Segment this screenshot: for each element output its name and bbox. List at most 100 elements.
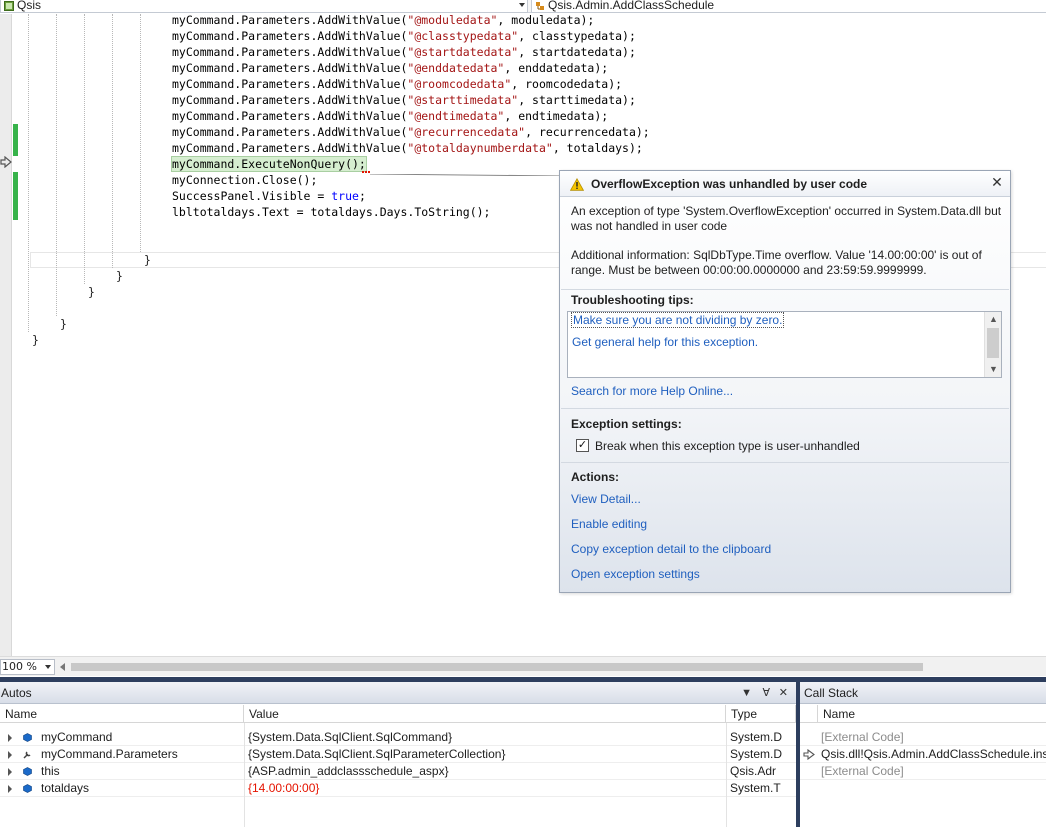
- current-frame-arrow-icon: [803, 749, 815, 760]
- chevron-up-icon[interactable]: ▲: [989, 315, 998, 324]
- close-icon[interactable]: ✕: [990, 175, 1004, 189]
- code-text: myCommand.Parameters.AddWithValue(: [172, 109, 408, 123]
- expand-arrow-icon[interactable]: [8, 734, 12, 742]
- closing-brace: }: [60, 317, 67, 331]
- code-line[interactable]: myCommand.Parameters.AddWithValue("@room…: [172, 76, 622, 92]
- exception-helper[interactable]: OverflowException was unhandled by user …: [559, 170, 1011, 593]
- autos-window[interactable]: Autos ▼ ∀ ✕ Name Value Type myCommand {Sy…: [0, 682, 796, 827]
- column-type[interactable]: Type: [726, 705, 796, 723]
- exception-additional-info: Additional information: SqlDbType.Time o…: [571, 248, 982, 277]
- code-line[interactable]: myCommand.Parameters.AddWithValue("@recu…: [172, 124, 650, 140]
- window-menu-icon[interactable]: ▼: [741, 682, 752, 704]
- expand-arrow-icon[interactable]: [8, 751, 12, 759]
- call-stack-frame[interactable]: [External Code]: [800, 729, 1046, 746]
- chevron-down-icon[interactable]: ▼: [989, 365, 998, 374]
- indent-guide: [28, 14, 29, 332]
- table-row[interactable]: myCommand {System.Data.SqlClient.SqlComma…: [0, 729, 796, 746]
- break-on-exception-label[interactable]: Break when this exception type is user-u…: [595, 439, 860, 453]
- search-help-online-link[interactable]: Search for more Help Online...: [571, 384, 733, 398]
- chevron-down-icon[interactable]: [519, 3, 525, 7]
- code-line[interactable]: myCommand.Parameters.AddWithValue("@endt…: [172, 108, 608, 124]
- closing-brace: }: [88, 285, 95, 299]
- chevron-down-icon[interactable]: [45, 665, 51, 669]
- string-literal: "@startdatedata": [407, 45, 519, 59]
- call-stack-header: Name: [800, 705, 1046, 723]
- autos-title-bar[interactable]: Autos ▼ ∀ ✕: [0, 682, 796, 704]
- table-row[interactable]: totaldays {14.00:00:00} System.T: [0, 780, 796, 797]
- code-line[interactable]: myCommand.Parameters.AddWithValue("@modu…: [172, 12, 594, 28]
- object-icon: [23, 784, 32, 793]
- cell-value: {System.Data.SqlClient.SqlCommand}: [248, 730, 453, 744]
- open-exception-settings-link[interactable]: Open exception settings: [571, 567, 700, 581]
- indent-guide: [140, 14, 141, 252]
- zoom-combo[interactable]: 100 %: [0, 659, 55, 675]
- expand-arrow-icon[interactable]: [8, 768, 12, 776]
- divider: [561, 408, 1009, 409]
- table-row[interactable]: myCommand.Parameters {System.Data.SqlClie…: [0, 746, 796, 763]
- code-text: , classtypedata);: [518, 29, 636, 43]
- column-name[interactable]: Name: [818, 705, 1046, 723]
- code-line-label[interactable]: lbltotaldays.Text = totaldays.Days.ToStr…: [172, 204, 491, 220]
- table-row[interactable]: this {ASP.admin_addclassschedule_aspx} Qsi…: [0, 763, 796, 780]
- string-literal: "@totaldaynumberdata": [407, 141, 553, 155]
- tip-link-divide-by-zero[interactable]: Make sure you are not dividing by zero.: [570, 312, 785, 328]
- copy-exception-detail-link[interactable]: Copy exception detail to the clipboard: [571, 542, 771, 556]
- error-squiggle: [362, 170, 370, 173]
- settings-heading: Exception settings:: [571, 417, 682, 431]
- code-line-visible[interactable]: SuccessPanel.Visible = true;: [172, 188, 366, 204]
- horizontal-scroll-thumb[interactable]: [71, 663, 923, 671]
- code-text: myCommand.Parameters.AddWithValue(: [172, 141, 408, 155]
- cell-name: this: [41, 764, 60, 778]
- tool-window-area: Autos ▼ ∀ ✕ Name Value Type myCommand {Sy…: [0, 677, 1046, 827]
- zoom-level: 100 %: [2, 660, 37, 673]
- code-line-close[interactable]: myConnection.Close();: [172, 172, 317, 188]
- next-statement-arrow-icon[interactable]: [0, 156, 12, 168]
- code-editor[interactable]: myCommand.Parameters.AddWithValue("@modu…: [0, 12, 1046, 656]
- csharp-project-icon: [4, 1, 14, 11]
- indent-guide: [56, 14, 57, 316]
- call-stack-frame[interactable]: [External Code]: [800, 763, 1046, 780]
- call-stack-title: Call Stack: [804, 686, 859, 700]
- call-stack-title-bar[interactable]: Call Stack: [800, 682, 1046, 704]
- code-line[interactable]: myCommand.Parameters.AddWithValue("@star…: [172, 92, 636, 108]
- tips-list[interactable]: Make sure you are not dividing by zero. …: [567, 311, 1002, 378]
- closing-brace: }: [144, 253, 151, 267]
- current-statement[interactable]: myCommand.ExecuteNonQuery();: [171, 156, 367, 172]
- break-on-exception-checkbox[interactable]: ✓: [576, 439, 589, 452]
- string-literal: "@enddatedata": [407, 61, 505, 75]
- column-value[interactable]: Value: [244, 705, 726, 723]
- tip-link-general-help[interactable]: Get general help for this exception.: [572, 335, 758, 349]
- type-combo[interactable]: Qsis.Admin.AddClassSchedule: [531, 0, 1046, 13]
- code-line[interactable]: myCommand.Parameters.AddWithValue("@star…: [172, 44, 636, 60]
- exception-description: An exception of type 'System.OverflowExc…: [571, 204, 1002, 233]
- scroll-left-icon[interactable]: [60, 663, 65, 671]
- call-stack-frame[interactable]: Qsis.dll!Qsis.Admin.AddClassSchedule.ins…: [800, 746, 1046, 763]
- exception-header: OverflowException was unhandled by user …: [560, 171, 1010, 197]
- code-line-current[interactable]: myCommand.ExecuteNonQuery();: [171, 156, 367, 172]
- autos-header: Name Value Type: [0, 705, 796, 723]
- indent-guide: [112, 14, 113, 268]
- string-literal: "@endtimedata": [407, 109, 505, 123]
- column-divider: [726, 723, 727, 827]
- scroll-thumb[interactable]: [987, 328, 999, 358]
- view-detail-link[interactable]: View Detail...: [571, 492, 641, 506]
- code-text: SuccessPanel.Visible =: [172, 189, 332, 203]
- exception-pointer-line: [370, 174, 562, 176]
- pin-icon[interactable]: ∀: [762, 682, 770, 704]
- close-icon[interactable]: ✕: [779, 682, 788, 704]
- column-name[interactable]: Name: [0, 705, 244, 723]
- code-line[interactable]: myCommand.Parameters.AddWithValue("@endd…: [172, 60, 608, 76]
- indicator-margin[interactable]: [0, 14, 12, 656]
- call-stack-window[interactable]: Call Stack Name [External Code] Qsis.dll!…: [800, 682, 1046, 827]
- frame-name: Qsis.dll!Qsis.Admin.AddClassSchedule.ins…: [821, 747, 1046, 761]
- code-line[interactable]: myCommand.Parameters.AddWithValue("@tota…: [172, 140, 643, 156]
- cell-type: System.T: [730, 781, 781, 795]
- enable-editing-link[interactable]: Enable editing: [571, 517, 647, 531]
- code-text: myCommand.Parameters.AddWithValue(: [172, 61, 408, 75]
- tips-scrollbar[interactable]: ▲ ▼: [984, 312, 1001, 377]
- expand-arrow-icon[interactable]: [8, 785, 12, 793]
- string-literal: "@classtypedata": [407, 29, 519, 43]
- frame-name: [External Code]: [821, 730, 904, 744]
- code-line[interactable]: myCommand.Parameters.AddWithValue("@clas…: [172, 28, 636, 44]
- cell-type: Qsis.Adr: [730, 764, 777, 778]
